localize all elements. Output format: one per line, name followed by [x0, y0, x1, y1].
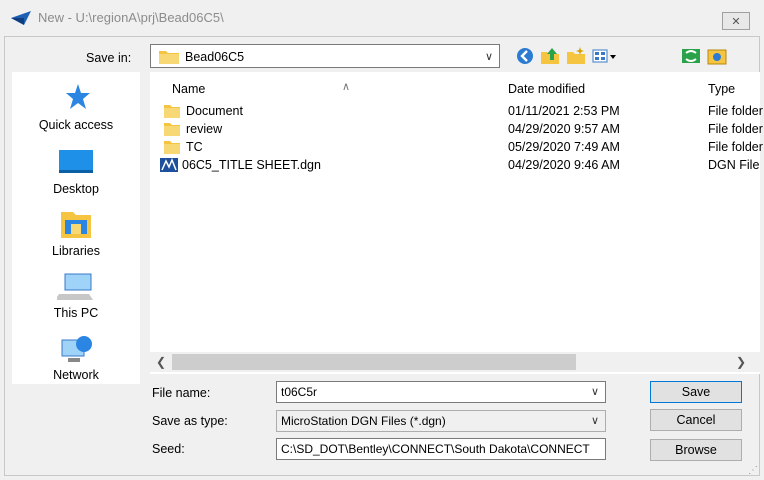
libraries-icon [61, 212, 91, 238]
window-title: New - U:\regionA\prj\Bead06C5\ [38, 10, 224, 25]
new-folder-icon[interactable] [566, 46, 586, 66]
place-quick-access[interactable]: Quick access [12, 82, 140, 132]
save-as-type-label: Save as type: [152, 414, 228, 428]
place-desktop[interactable]: Desktop [12, 148, 140, 196]
cancel-button[interactable]: Cancel [650, 409, 742, 431]
view-menu-icon[interactable] [592, 46, 618, 66]
folder-icon [159, 51, 179, 64]
chevron-down-icon: ∨ [590, 415, 599, 427]
folder-icon [164, 141, 180, 154]
place-network[interactable]: Network [12, 334, 140, 382]
close-button[interactable]: ✕ [722, 12, 750, 30]
place-libraries[interactable]: Libraries [12, 208, 140, 258]
browse-button[interactable]: Browse [650, 439, 742, 461]
microstation-app-icon [11, 11, 31, 25]
scrollbar-thumb[interactable] [172, 354, 576, 370]
network-icon [61, 336, 92, 362]
column-header-date[interactable]: Date modified [508, 82, 585, 96]
resize-grip-icon[interactable]: ⋰ [748, 465, 758, 476]
seed-input[interactable]: C:\SD_DOT\Bentley\CONNECT\South Dakota\C… [276, 438, 606, 460]
file-name-label: File name: [152, 386, 211, 400]
star-icon [66, 84, 90, 109]
file-row-document[interactable]: Document 01/11/2021 2:53 PM File folder [150, 102, 763, 120]
file-name-input[interactable]: t06C5r ∨ [276, 381, 606, 403]
refresh-icon[interactable] [680, 46, 702, 66]
place-label: Network [53, 368, 99, 382]
horizontal-scrollbar[interactable]: ❮ ❯ [150, 352, 760, 372]
chevron-down-icon: ∨ [484, 51, 493, 63]
save-in-label: Save in: [86, 51, 132, 65]
close-icon: ✕ [731, 16, 741, 28]
seed-label: Seed: [152, 442, 185, 456]
up-folder-icon[interactable] [540, 46, 560, 66]
save-as-type-dropdown[interactable]: MicroStation DGN Files (*.dgn) ∨ [276, 410, 606, 432]
back-icon[interactable] [516, 46, 534, 66]
favorites-icon[interactable] [706, 46, 728, 66]
title-bar: New - U:\regionA\prj\Bead06C5\ ✕ [0, 0, 764, 36]
save-in-value: Bead06C5 [185, 50, 245, 64]
file-list: Name ∧ Date modified Type Document 01/11/… [150, 72, 763, 374]
place-label: Libraries [52, 244, 100, 258]
chevron-down-icon[interactable]: ∨ [591, 385, 599, 398]
file-row-title-sheet[interactable]: 06C5_TITLE SHEET.dgn 04/29/2020 9:46 AM … [150, 156, 760, 174]
sort-up-icon: ∧ [342, 81, 351, 93]
dgn-file-icon [160, 158, 178, 172]
scroll-left-icon[interactable]: ❮ [156, 355, 166, 369]
column-header-name[interactable]: Name ∧ [172, 81, 350, 96]
save-in-dropdown[interactable]: Bead06C5 ∨ [150, 44, 500, 68]
place-this-pc[interactable]: This PC [12, 272, 140, 320]
file-row-review[interactable]: review 04/29/2020 9:57 AM File folder [150, 120, 763, 138]
scroll-right-icon[interactable]: ❯ [736, 355, 746, 369]
place-label: Quick access [38, 118, 114, 132]
computer-icon [57, 273, 93, 300]
places-bar: Quick access Desktop Libraries This PC N… [12, 72, 140, 384]
folder-icon [164, 123, 180, 136]
place-label: Desktop [53, 182, 99, 196]
save-button[interactable]: Save [650, 381, 742, 403]
file-row-tc[interactable]: TC 05/29/2020 7:49 AM File folder [150, 138, 763, 156]
place-label: This PC [53, 306, 99, 320]
folder-icon [164, 105, 180, 118]
column-header-type[interactable]: Type [708, 82, 735, 96]
desktop-icon [59, 150, 93, 173]
